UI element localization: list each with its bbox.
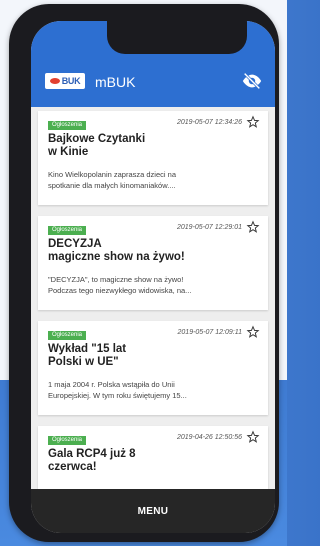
news-excerpt-line: Kino Wielkopolanin zaprasza dzieci na <box>48 170 176 179</box>
menu-button[interactable]: MENU <box>31 489 275 533</box>
app-title: mBUK <box>95 74 136 90</box>
phone-screen: BUK mBUK Ogłoszenia 2019-05-07 12:34:26 … <box>31 21 275 533</box>
news-card[interactable]: Ogłoszenia 2019-05-07 12:34:26 Bajkowe C… <box>38 111 268 205</box>
news-title-line: Wykład "15 lat <box>48 343 127 355</box>
phone-frame: BUK mBUK Ogłoszenia 2019-05-07 12:34:26 … <box>9 4 279 542</box>
star-icon[interactable] <box>246 325 260 339</box>
news-title-line: magiczne show na żywo! <box>48 251 185 263</box>
news-excerpt-line: Europejskiej. W tym roku świętujemy 15..… <box>48 391 187 400</box>
category-badge: Ogłoszenia <box>48 226 87 235</box>
news-title-line: Polski w UE" <box>48 356 119 368</box>
news-card[interactable]: Ogłoszenia 2019-05-07 12:29:01 DECYZJA m… <box>38 216 268 310</box>
news-excerpt-line: "DECYZJA", to magiczne show na żywo! <box>48 275 184 284</box>
category-badge: Ogłoszenia <box>48 436 87 445</box>
news-title: Wykład "15 lat Polski w UE" <box>48 343 253 369</box>
news-title-line: w Kinie <box>48 146 89 158</box>
news-title-line: DECYZJA <box>48 238 102 250</box>
news-title-line: Bajkowe Czytanki <box>48 133 146 145</box>
category-badge: Ogłoszenia <box>48 121 87 130</box>
news-title: Bajkowe Czytanki w Kinie <box>48 133 253 159</box>
news-excerpt-line: 1 maja 2004 r. Polska wstąpiła do Unii <box>48 380 175 389</box>
news-excerpt: 1 maja 2004 r. Polska wstąpiła do Unii E… <box>48 379 258 401</box>
logo-swoosh-icon <box>49 78 60 84</box>
eye-off-icon[interactable] <box>241 70 263 92</box>
news-excerpt-line: Podczas tego niezwykłego widowiska, na..… <box>48 286 192 295</box>
news-title: DECYZJA magiczne show na żywo! <box>48 238 253 264</box>
news-card[interactable]: Ogłoszenia 2019-05-07 12:09:11 Wykład "1… <box>38 321 268 415</box>
star-icon[interactable] <box>246 220 260 234</box>
app-logo[interactable]: BUK <box>45 73 85 89</box>
star-icon[interactable] <box>246 115 260 129</box>
category-badge: Ogłoszenia <box>48 331 87 340</box>
news-date: 2019-05-07 12:34:26 <box>177 119 242 126</box>
news-title: Gala RCP4 już 8 czerwca! <box>48 448 253 474</box>
news-excerpt: Kino Wielkopolanin zaprasza dzieci na sp… <box>48 169 258 191</box>
phone-notch <box>107 21 247 54</box>
news-date: 2019-05-07 12:09:11 <box>177 329 242 336</box>
star-icon[interactable] <box>246 430 260 444</box>
news-excerpt: "DECYZJA", to magiczne show na żywo! Pod… <box>48 274 258 296</box>
news-title-line: czerwca! <box>48 461 97 473</box>
news-title-line: Gala RCP4 już 8 <box>48 448 136 460</box>
news-date: 2019-04-26 12:50:56 <box>177 434 242 441</box>
logo-text: BUK <box>61 76 81 86</box>
news-excerpt-line: spotkanie dla małych kinomaniaków.... <box>48 181 176 190</box>
news-date: 2019-05-07 12:29:01 <box>177 224 242 231</box>
